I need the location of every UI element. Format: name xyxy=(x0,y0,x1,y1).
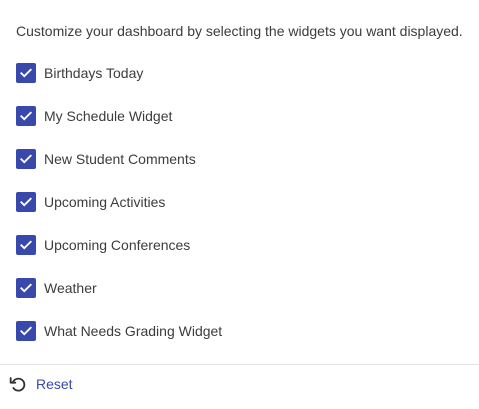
checkbox[interactable] xyxy=(16,321,36,341)
checkmark-icon xyxy=(20,240,32,250)
widget-label: Upcoming Activities xyxy=(44,194,166,210)
reset-label: Reset xyxy=(36,376,73,392)
widget-label: Upcoming Conferences xyxy=(44,237,191,253)
checkmark-icon xyxy=(20,111,32,121)
widget-option-what-needs-grading[interactable]: What Needs Grading Widget xyxy=(16,320,222,342)
widget-label: New Student Comments xyxy=(44,151,196,167)
checkmark-icon xyxy=(20,326,32,336)
checkbox[interactable] xyxy=(16,149,36,169)
checkbox[interactable] xyxy=(16,63,36,83)
footer-divider xyxy=(0,364,479,365)
widget-option-my-schedule[interactable]: My Schedule Widget xyxy=(16,105,222,127)
widget-checkbox-list: Birthdays Today My Schedule Widget New S… xyxy=(16,62,222,363)
widget-label: Weather xyxy=(44,280,97,296)
widget-option-upcoming-activities[interactable]: Upcoming Activities xyxy=(16,191,222,213)
widget-option-weather[interactable]: Weather xyxy=(16,277,222,299)
checkmark-icon xyxy=(20,154,32,164)
checkmark-icon xyxy=(20,283,32,293)
widget-option-birthdays-today[interactable]: Birthdays Today xyxy=(16,62,222,84)
widget-option-new-student-comments[interactable]: New Student Comments xyxy=(16,148,222,170)
checkmark-icon xyxy=(20,68,32,78)
widget-label: Birthdays Today xyxy=(44,65,144,81)
widget-label: My Schedule Widget xyxy=(44,108,173,124)
widget-option-upcoming-conferences[interactable]: Upcoming Conferences xyxy=(16,234,222,256)
checkbox[interactable] xyxy=(16,235,36,255)
widget-label: What Needs Grading Widget xyxy=(44,323,223,339)
checkbox[interactable] xyxy=(16,106,36,126)
checkbox[interactable] xyxy=(16,192,36,212)
reset-button[interactable]: Reset xyxy=(8,374,73,394)
dashboard-instructions: Customize your dashboard by selecting th… xyxy=(16,23,463,39)
undo-icon xyxy=(9,377,26,392)
checkbox[interactable] xyxy=(16,278,36,298)
checkmark-icon xyxy=(20,197,32,207)
